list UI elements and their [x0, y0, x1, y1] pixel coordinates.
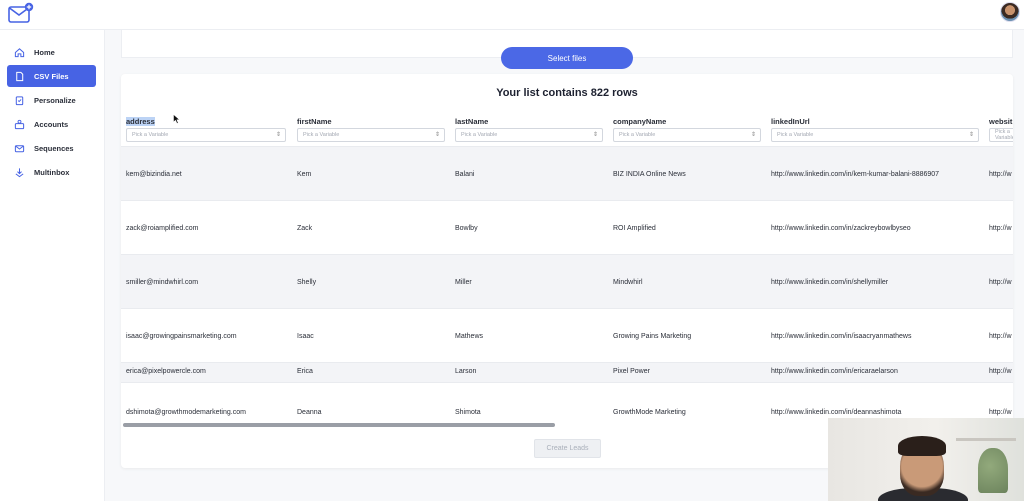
- column-header-firstname: firstName: [297, 117, 332, 126]
- webcam-person-hair: [898, 436, 946, 456]
- sidebar-item-label: Multinbox: [34, 167, 70, 177]
- cell-lastname: Bowlby: [455, 225, 478, 232]
- cell-firstname: Deanna: [297, 409, 322, 416]
- cell-lastname: Shimota: [455, 409, 481, 416]
- cell-linkedinurl: http://www.linkedin.com/in/deannashimota: [771, 409, 902, 416]
- cell-firstname: Shelly: [297, 279, 317, 286]
- cell-address: erica@pixelpowercle.com: [126, 368, 206, 375]
- cell-address: zack@roiamplified.com: [126, 225, 199, 232]
- mouse-cursor-icon: [173, 114, 181, 124]
- variable-select-linkedinurl[interactable]: Pick a Variable ⇕: [771, 128, 979, 142]
- cell-companyname: Pixel Power: [613, 368, 650, 375]
- cell-companyname: Growing Pains Marketing: [613, 333, 692, 340]
- table-row: isaac@growingpainsmarketing.com Isaac Ma…: [121, 308, 1013, 362]
- chevron-updown-icon: ⇕: [275, 132, 281, 138]
- csv-list-card: Your list contains 822 rows address firs…: [121, 74, 1013, 468]
- cell-website: http://w: [989, 409, 1012, 416]
- sidebar-item-multinbox[interactable]: Multinbox: [7, 161, 96, 183]
- sidebar-item-csv-files[interactable]: CSV Files: [7, 65, 96, 87]
- cell-address: isaac@growingpainsmarketing.com: [126, 333, 237, 340]
- cell-companyname: ROI Amplified: [613, 225, 656, 232]
- cell-firstname: Erica: [297, 368, 313, 375]
- cell-website: http://w: [989, 171, 1012, 178]
- sidebar-item-accounts[interactable]: Accounts: [7, 113, 96, 135]
- sidebar-item-label: CSV Files: [34, 71, 69, 81]
- sidebar-item-label: Accounts: [34, 119, 69, 129]
- cell-companyname: BIZ INDIA Online News: [613, 171, 686, 178]
- cell-website: http://w: [989, 368, 1012, 375]
- chevron-updown-icon: ⇕: [750, 132, 756, 138]
- cell-firstname: Zack: [297, 225, 313, 232]
- table-row: erica@pixelpowercle.com Erica Larson Pix…: [121, 362, 1013, 382]
- file-icon: [13, 70, 25, 82]
- column-header-address: address: [126, 117, 155, 126]
- cell-firstname: Isaac: [297, 333, 314, 340]
- cell-website: http://w: [989, 333, 1012, 340]
- variable-select-firstname[interactable]: Pick a Variable ⇕: [297, 128, 445, 142]
- top-bar: [0, 0, 1024, 30]
- variable-select-companyname[interactable]: Pick a Variable ⇕: [613, 128, 761, 142]
- cell-address: smiller@mindwhirl.com: [126, 279, 199, 286]
- cell-linkedinurl: http://www.linkedin.com/in/zackreybowlby…: [771, 225, 911, 232]
- cell-lastname: Balani: [455, 171, 475, 178]
- cell-website: http://w: [989, 279, 1012, 286]
- cell-lastname: Larson: [455, 368, 477, 375]
- sidebar-item-label: Sequences: [34, 143, 74, 153]
- column-header-companyname: companyName: [613, 117, 667, 126]
- horizontal-scrollbar[interactable]: [123, 423, 555, 427]
- table-row: smiller@mindwhirl.com Shelly Miller Mind…: [121, 254, 1013, 308]
- mail-icon: [13, 142, 25, 154]
- table-row: kem@bizindia.net Kem Balani BIZ INDIA On…: [121, 146, 1013, 200]
- chevron-updown-icon: ⇕: [968, 132, 974, 138]
- inbox-icon: [13, 166, 25, 178]
- column-header-linkedinurl: linkedInUrl: [771, 117, 810, 126]
- chevron-updown-icon: ⇕: [434, 132, 440, 138]
- cell-companyname: Mindwhirl: [613, 279, 643, 286]
- cell-lastname: Mathews: [455, 333, 484, 340]
- column-header-website: websit: [989, 117, 1013, 126]
- cell-linkedinurl: http://www.linkedin.com/in/kem-kumar-bal…: [771, 171, 940, 178]
- csv-table[interactable]: address firstName lastName companyName l…: [121, 114, 1013, 424]
- webcam-plant: [978, 448, 1008, 493]
- chevron-updown-icon: ⇕: [592, 132, 598, 138]
- clipboard-icon: [13, 94, 25, 106]
- sidebar-item-label: Personalize: [34, 95, 76, 105]
- variable-select-website[interactable]: Pick a Variable: [989, 128, 1013, 142]
- cell-lastname: Miller: [455, 279, 472, 286]
- column-header-lastname: lastName: [455, 117, 489, 126]
- sidebar-item-home[interactable]: Home: [7, 41, 96, 63]
- webcam-shelf: [956, 438, 1016, 441]
- cell-address: dshimota@growthmodemarketing.com: [126, 409, 246, 416]
- cell-linkedinurl: http://www.linkedin.com/in/ericaraelarso…: [771, 368, 898, 375]
- accounts-icon: [13, 118, 25, 130]
- variable-select-address[interactable]: Pick a Variable ⇕: [126, 128, 286, 142]
- sidebar-item-label: Home: [34, 47, 55, 57]
- sidebar-item-sequences[interactable]: Sequences: [7, 137, 96, 159]
- table-row: zack@roiamplified.com Zack Bowlby ROI Am…: [121, 200, 1013, 254]
- cell-firstname: Kem: [297, 171, 312, 178]
- variable-select-lastname[interactable]: Pick a Variable ⇕: [455, 128, 603, 142]
- mail-logo-icon[interactable]: [8, 2, 34, 24]
- sidebar-item-personalize[interactable]: Personalize: [7, 89, 96, 111]
- webcam-overlay: [828, 418, 1024, 501]
- list-row-count-title: Your list contains 822 rows: [496, 87, 638, 99]
- cell-address: kem@bizindia.net: [126, 171, 182, 178]
- user-avatar[interactable]: [1000, 2, 1020, 22]
- select-files-button[interactable]: Select files: [501, 47, 633, 69]
- home-icon: [13, 46, 25, 58]
- cell-linkedinurl: http://www.linkedin.com/in/shellymiller: [771, 279, 889, 286]
- cell-companyname: GrowthMode Marketing: [613, 409, 686, 416]
- create-leads-button[interactable]: Create Leads: [534, 439, 601, 458]
- sidebar: Home CSV Files Personalize Accounts Sequ…: [0, 30, 105, 501]
- cell-website: http://w: [989, 225, 1012, 232]
- cell-linkedinurl: http://www.linkedin.com/in/isaacryanmath…: [771, 333, 912, 340]
